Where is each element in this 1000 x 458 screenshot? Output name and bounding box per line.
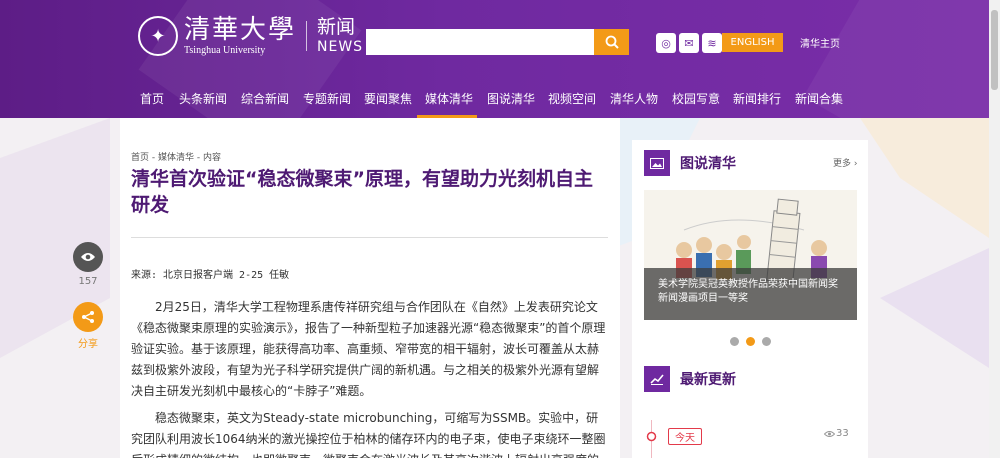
university-seal-icon: ✦ [138,16,178,56]
carousel-dot-2[interactable] [746,337,755,346]
article-paragraph: 2月25日，清华大学工程物理系唐传祥研究组与合作团队在《自然》上发表研究论文《稳… [131,300,606,398]
photo-caption[interactable]: 美术学院吴冠英教授作品荣获中国新闻奖新闻漫画项目一等奖 [644,268,857,320]
logo-en: Tsinghua University [184,45,266,56]
tsinghua-home-link[interactable]: 清华主页 [800,35,840,50]
english-button[interactable]: ENGLISH [722,33,783,52]
title-divider [131,237,608,238]
nav-item-media[interactable]: 媒体清华 [425,90,473,107]
nav-item-headlines[interactable]: 头条新闻 [179,90,227,107]
weibo-icon[interactable]: ◎ [656,33,676,53]
scrollbar-thumb[interactable] [991,10,998,90]
nav-item-home[interactable]: 首页 [140,90,164,107]
nav-item-people[interactable]: 清华人物 [610,90,658,107]
breadcrumb[interactable]: 首页 - 媒体清华 - 内容 [131,150,221,163]
search-icon [605,35,619,49]
nav-item-photos[interactable]: 图说清华 [487,90,535,107]
more-link[interactable]: 更多 › [833,156,857,169]
photo-section-header: 图说清华 [644,150,736,176]
news-label-en: NEWS [317,39,364,55]
picture-icon [644,150,670,176]
article-paragraph: 稳态微聚束，英文为Steady-state microbunching，可缩写为… [131,411,606,458]
update-view-count: 33 [836,428,849,439]
updates-section-title[interactable]: 最新更新 [680,369,736,389]
nav-item-focus[interactable]: 要闻聚焦 [364,90,412,107]
updates-section-header: 最新更新 [644,366,736,392]
trend-icon [644,366,670,392]
article-source: 来源: 北京日报客户端 2-25 任敏 [131,270,290,281]
eye-icon [81,253,95,261]
nav-item-video[interactable]: 视频空间 [548,90,596,107]
search-button[interactable] [594,29,629,55]
news-label-cn: 新闻 [317,16,356,38]
nav-item-collection[interactable]: 新闻合集 [795,90,843,107]
wechat-icon[interactable]: ✉ [679,33,699,53]
site-logo[interactable]: ✦ 清華大學 Tsinghua University 新闻 NEWS [138,15,363,57]
carousel-dot-3[interactable] [762,337,771,346]
nav-item-general[interactable]: 综合新闻 [241,90,289,107]
main-nav: 首页 头条新闻 综合新闻 专题新闻 要闻聚焦 媒体清华 图说清华 视频空间 清华… [0,80,989,118]
rss-icon[interactable]: ≋ [702,33,722,53]
article-title: 清华首次验证“稳态微聚束”原理，有望助力光刻机自主研发 [131,168,593,216]
logo-cn: 清華大學 [184,15,297,45]
share-label[interactable]: 分享 [73,335,103,350]
nav-item-ranking[interactable]: 新闻排行 [733,90,781,107]
share-button[interactable] [73,302,103,332]
search-input[interactable] [366,29,594,55]
views-count: 157 [78,276,98,287]
site-header: ✦ 清華大學 Tsinghua University 新闻 NEWS ◎ ✉ ≋… [0,0,989,118]
timeline-line [651,420,652,458]
today-badge: 今天 [668,428,702,445]
photo-section-title[interactable]: 图说清华 [680,153,736,173]
nav-item-topics[interactable]: 专题新闻 [303,90,351,107]
share-icon [82,311,94,323]
carousel-dot-1[interactable] [730,337,739,346]
nav-item-campus[interactable]: 校园写意 [672,90,720,107]
views-button[interactable] [73,242,103,272]
